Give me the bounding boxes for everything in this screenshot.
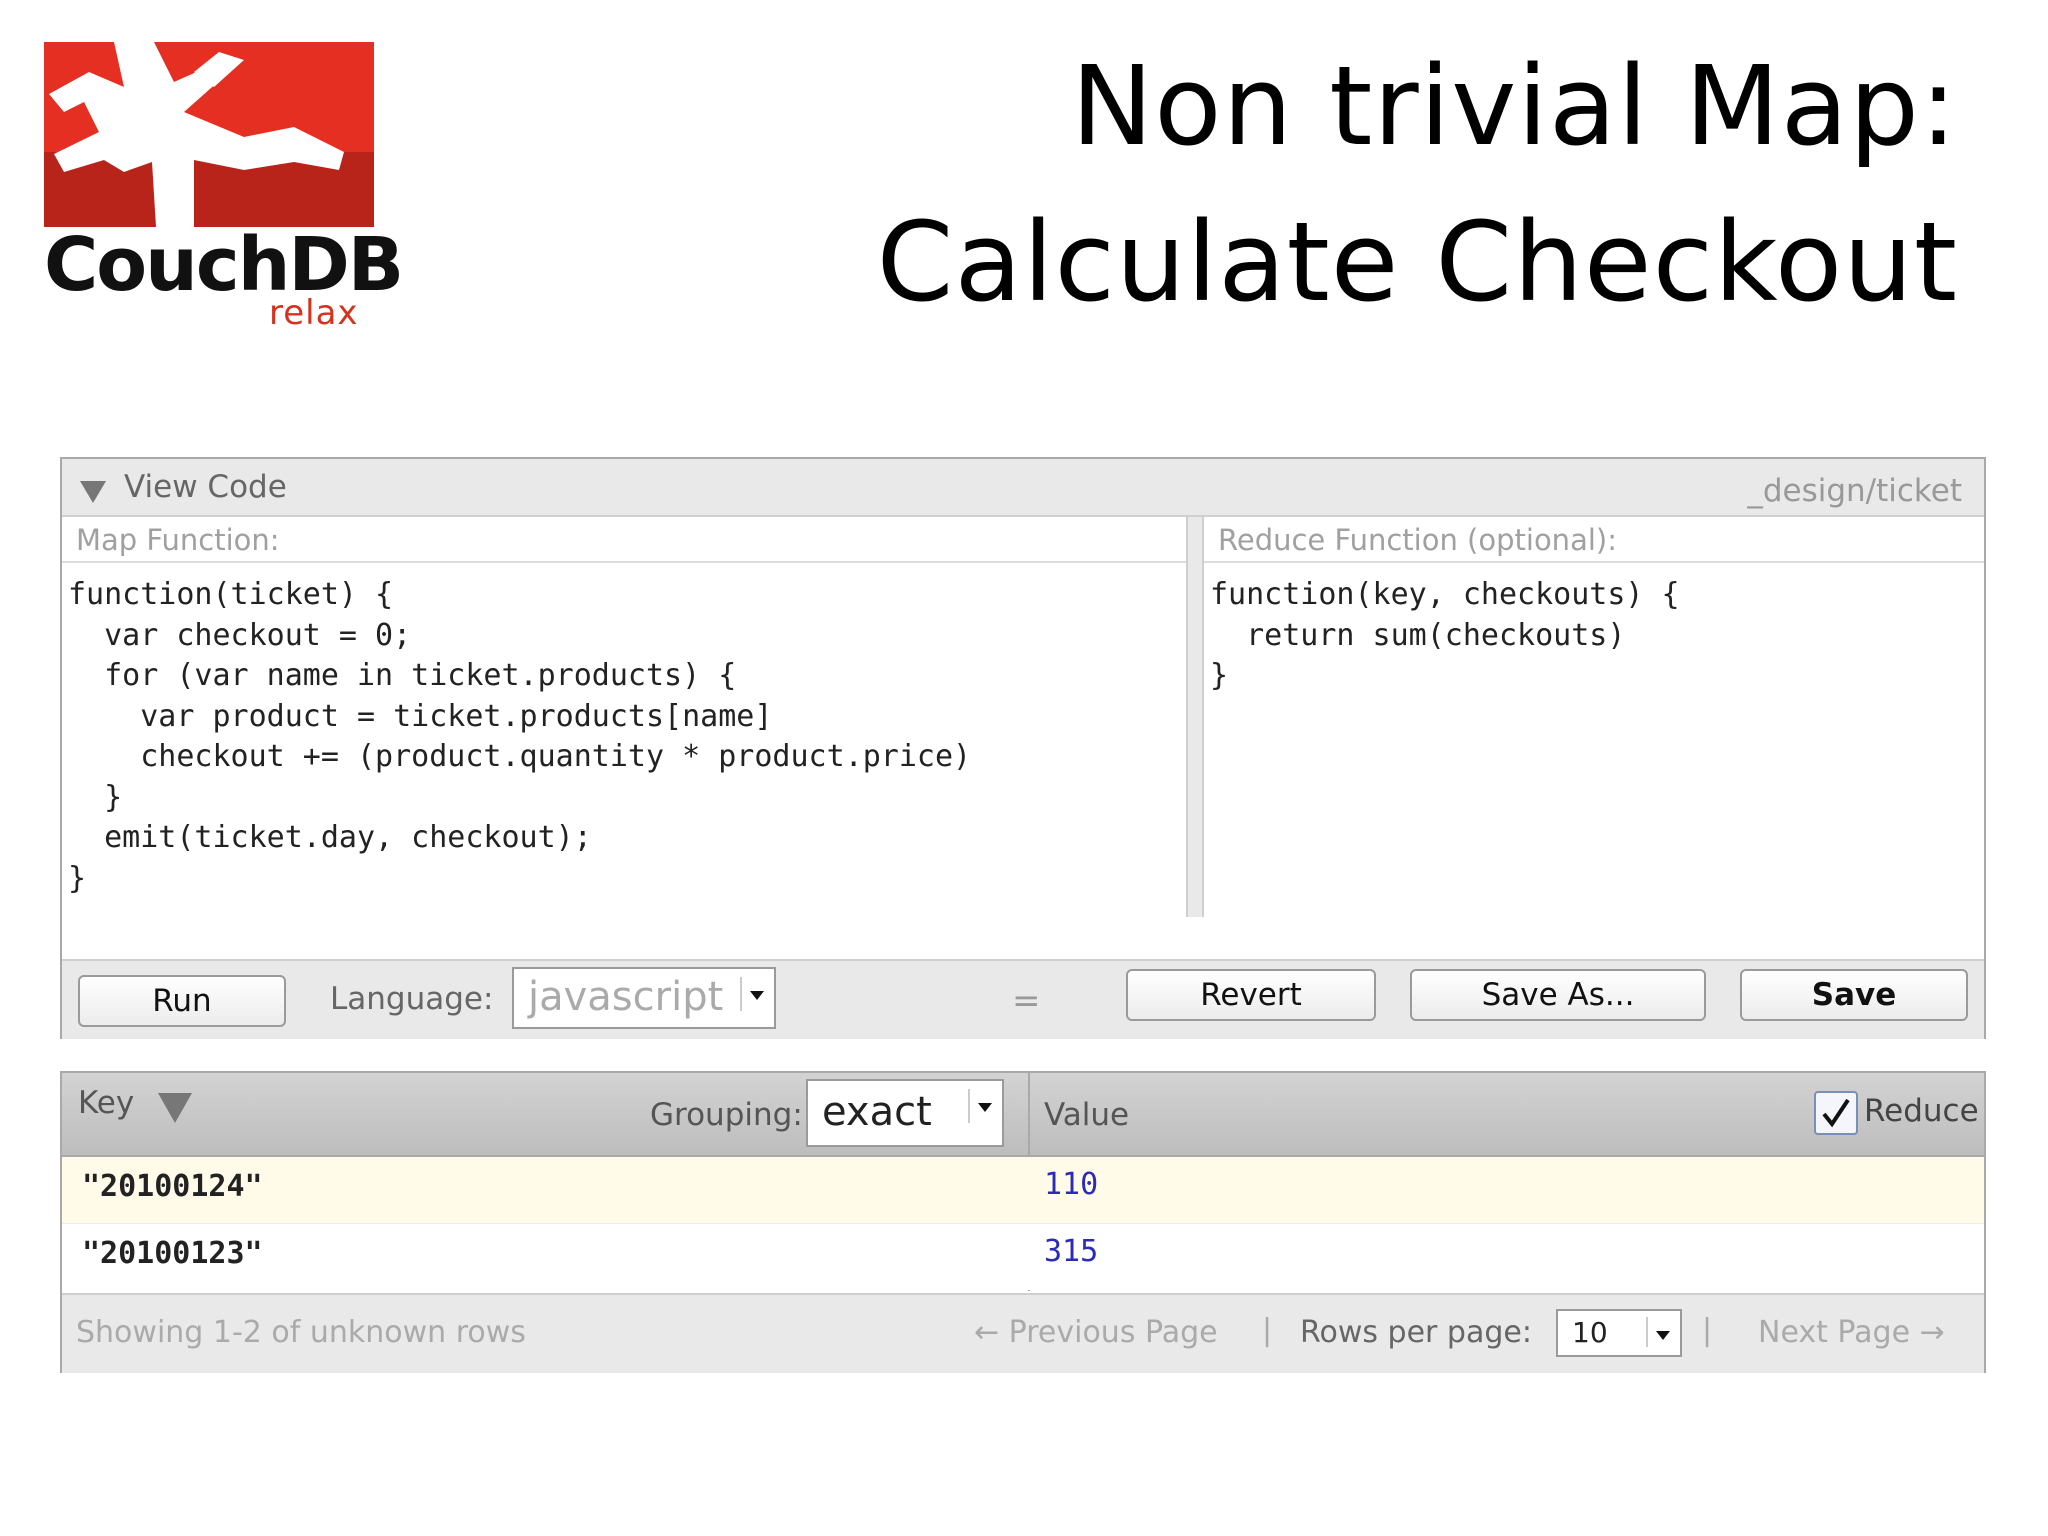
- pagination-bar: Showing 1-2 of unknown rows ← Previous P…: [62, 1293, 1984, 1373]
- grouping-label: Grouping:: [650, 1097, 803, 1133]
- map-function-editor[interactable]: function(ticket) { var checkout = 0; for…: [68, 575, 971, 899]
- view-code-header[interactable]: View Code _design/ticket: [62, 459, 1984, 517]
- collapse-triangle-icon[interactable]: [80, 481, 106, 503]
- revert-button[interactable]: Revert: [1126, 969, 1376, 1021]
- couch-icon: [44, 42, 374, 227]
- chevron-down-icon[interactable]: [968, 1089, 998, 1123]
- table-row[interactable]: "20100123" 315: [62, 1224, 1984, 1290]
- rows-per-page-select[interactable]: 10: [1556, 1309, 1682, 1357]
- map-function-label: Map Function:: [62, 517, 1186, 563]
- value-column-header: Value: [1044, 1097, 1130, 1133]
- grouping-select[interactable]: exact: [806, 1079, 1004, 1147]
- reduce-function-editor[interactable]: function(key, checkouts) { return sum(ch…: [1210, 575, 1680, 697]
- reduce-checkbox[interactable]: [1814, 1091, 1858, 1135]
- save-button[interactable]: Save: [1740, 969, 1968, 1021]
- row-key[interactable]: "20100123": [82, 1236, 263, 1271]
- next-page-link[interactable]: Next Page →: [1758, 1315, 1945, 1350]
- language-value: javascript: [528, 974, 724, 1020]
- language-label: Language:: [330, 981, 494, 1017]
- language-select[interactable]: javascript: [512, 967, 776, 1029]
- title-line-2: Calculate Checkout: [876, 198, 1958, 326]
- rows-per-page-value: 10: [1572, 1316, 1608, 1349]
- view-code-panel: View Code _design/ticket Map Function: R…: [60, 457, 1986, 1039]
- separator: |: [1702, 1313, 1713, 1348]
- row-value[interactable]: 315: [1044, 1234, 1098, 1269]
- grouping-value: exact: [822, 1089, 932, 1135]
- title-line-1: Non trivial Map:: [1071, 42, 1958, 170]
- resize-grip-icon[interactable]: =: [1012, 981, 1041, 1021]
- separator: |: [1262, 1313, 1273, 1348]
- rows-per-page-label: Rows per page:: [1300, 1315, 1532, 1350]
- couchdb-logo: CouchDB relax: [44, 42, 404, 342]
- checkmark-icon: [1822, 1098, 1850, 1128]
- row-value[interactable]: 110: [1044, 1167, 1098, 1202]
- logo-name: CouchDB: [44, 222, 404, 308]
- sort-descending-icon[interactable]: [158, 1093, 192, 1123]
- table-row[interactable]: "20100124" 110: [62, 1157, 1984, 1224]
- results-header: Key Grouping: exact Value Reduce: [62, 1073, 1984, 1157]
- results-panel: Key Grouping: exact Value Reduce "201001…: [60, 1071, 1986, 1373]
- reduce-label[interactable]: Reduce: [1864, 1093, 1979, 1129]
- design-doc-label: _design/ticket: [1747, 473, 1962, 509]
- run-button[interactable]: Run: [78, 975, 286, 1027]
- chevron-down-icon[interactable]: [740, 977, 770, 1011]
- reduce-function-label: Reduce Function (optional):: [1204, 517, 1984, 563]
- row-key[interactable]: "20100124": [82, 1169, 263, 1204]
- key-column-header[interactable]: Key: [78, 1085, 134, 1121]
- logo-tagline: relax: [269, 293, 359, 333]
- chevron-down-icon[interactable]: [1646, 1317, 1676, 1347]
- editor-splitter[interactable]: [1186, 517, 1204, 917]
- save-as-button[interactable]: Save As...: [1410, 969, 1706, 1021]
- view-toolbar: Run Language: javascript = Revert Save A…: [62, 959, 1984, 1039]
- view-code-label[interactable]: View Code: [124, 469, 287, 505]
- showing-rows-text: Showing 1-2 of unknown rows: [76, 1315, 526, 1350]
- previous-page-link[interactable]: ← Previous Page: [974, 1315, 1218, 1350]
- slide-title: Non trivial Map: Calculate Checkout: [877, 28, 1958, 340]
